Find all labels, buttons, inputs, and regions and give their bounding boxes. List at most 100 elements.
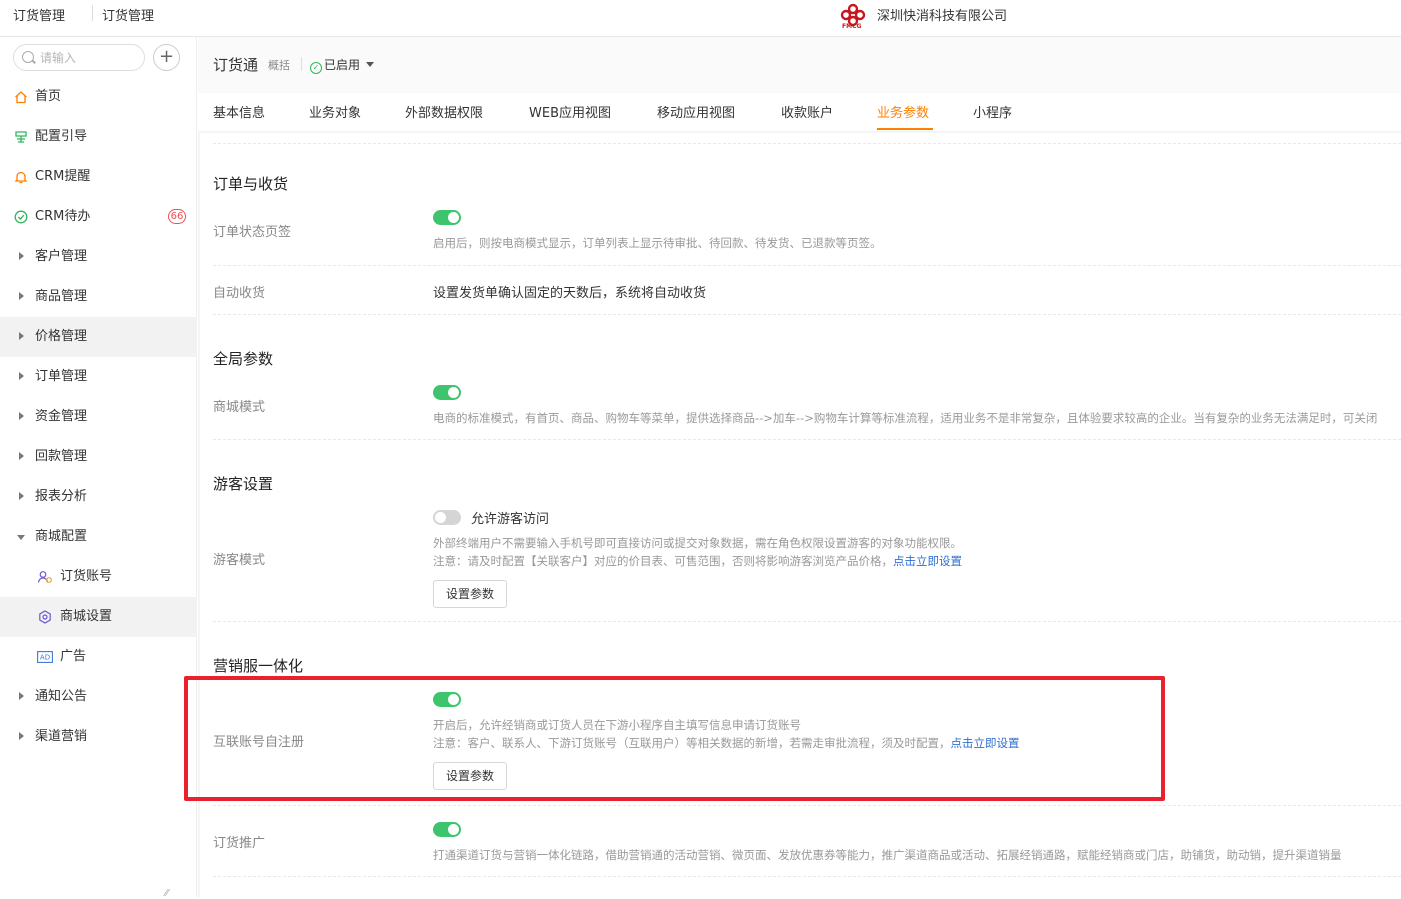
divider	[213, 265, 1401, 266]
allow-guest-toggle[interactable]	[433, 510, 461, 525]
caret-right-icon	[13, 237, 29, 277]
sidebar-item-label: 商城设置	[60, 609, 113, 624]
order-status-tab-label: 订单状态页签	[213, 225, 292, 240]
auto-receive-label: 自动收货	[213, 286, 266, 301]
sidebar-item-mall-config[interactable]: 商城配置	[0, 517, 197, 557]
app-header: 订货通 概括 ✓ 已启用	[198, 37, 1401, 93]
tab-business-objects[interactable]: 业务对象	[309, 102, 361, 121]
order-status-tab-desc: 启用后，则按电商模式显示，订单列表上显示待审批、待回款、待发货、已退款等页签。	[433, 236, 882, 250]
sidebar-item-label: 商城配置	[35, 529, 88, 544]
sidebar-item-label: CRM待办	[35, 209, 91, 224]
top-tab-order-management[interactable]: 订货管理	[13, 5, 65, 24]
sidebar-item-reports[interactable]: 报表分析	[0, 477, 197, 517]
guest-desc-2: 注意：请及时配置【关联客户】对应的价目表、可售范围，否则将影响游客浏览产品价格，…	[433, 553, 962, 569]
tab-business-params[interactable]: 业务参数	[877, 102, 929, 121]
sidebar-item-label: 广告	[60, 649, 87, 664]
mall-mode-toggle[interactable]	[433, 385, 461, 400]
divider	[213, 621, 1401, 622]
sidebar-item-product[interactable]: 商品管理	[0, 277, 197, 317]
sidebar-search[interactable]	[13, 44, 145, 71]
sidebar-item-label: 商品管理	[35, 289, 88, 304]
sidebar-item-order-account[interactable]: 订货账号	[0, 557, 197, 597]
guest-desc-2-text: 注意：请及时配置【关联客户】对应的价目表、可售范围，否则将影响游客浏览产品价格，	[433, 554, 893, 568]
divider	[213, 876, 1401, 877]
company-name: 深圳快消科技有限公司	[877, 9, 1008, 24]
status-label: 已启用	[324, 58, 361, 72]
tab-web-app-view[interactable]: WEB应用视图	[529, 102, 611, 121]
sidebar-item-order[interactable]: 订单管理	[0, 357, 197, 397]
caret-right-icon	[13, 717, 29, 757]
order-promotion-desc: 打通渠道订货与营销一体化链路，借助营销通的活动营销、微页面、发放优惠券等能力，推…	[433, 848, 1342, 862]
top-tab-order-management-2[interactable]: 订货管理	[102, 5, 154, 24]
todo-count-badge: 66	[168, 209, 186, 224]
sidebar-item-customer[interactable]: 客户管理	[0, 237, 197, 277]
sidebar-item-label: 价格管理	[35, 329, 88, 344]
divider	[213, 314, 1401, 315]
users-icon	[37, 557, 53, 601]
sidebar-item-mall-settings[interactable]: 商城设置	[0, 597, 197, 637]
section-title-guest: 游客设置	[213, 475, 274, 493]
sidebar-item-guide[interactable]: 配置引导	[0, 117, 197, 157]
section-title-order: 订单与收货	[213, 175, 289, 193]
tab-external-data-permissions[interactable]: 外部数据权限	[405, 102, 483, 121]
search-input[interactable]	[40, 48, 140, 67]
sidebar-item-funds[interactable]: 资金管理	[0, 397, 197, 437]
order-status-tab-toggle[interactable]	[433, 210, 461, 225]
page-subtitle: 概括	[268, 59, 290, 72]
sidebar-item-label: 回款管理	[35, 449, 88, 464]
caret-down-icon	[13, 517, 29, 557]
section-title-marketing: 营销服一体化	[213, 657, 304, 675]
allow-guest-label: 允许游客访问	[471, 512, 550, 527]
guest-settings-button[interactable]: 设置参数	[433, 580, 507, 608]
tab-mobile-app-view[interactable]: 移动应用视图	[657, 102, 735, 121]
tab-payment-accounts[interactable]: 收款账户	[781, 102, 833, 121]
caret-right-icon	[13, 437, 29, 477]
order-promotion-toggle[interactable]	[433, 822, 461, 837]
sidebar-item-price[interactable]: 价格管理	[0, 317, 197, 357]
sidebar-item-label: 首页	[35, 89, 62, 104]
caret-right-icon	[13, 317, 29, 357]
check-icon: ✓	[310, 62, 322, 74]
sidebar-item-label: 报表分析	[35, 489, 88, 504]
caret-right-icon	[13, 677, 29, 717]
collapse-handle-icon[interactable]: ⁄⁄	[165, 888, 168, 899]
guest-setup-link[interactable]: 点击立即设置	[893, 554, 962, 568]
sidebar-item-label: CRM提醒	[35, 169, 91, 184]
highlight-annotation-box	[184, 676, 1165, 801]
search-icon	[22, 51, 34, 63]
top-bar: 订货管理 订货管理 FMCG 深圳快消科技有限公司	[0, 0, 1401, 37]
sidebar-item-payment[interactable]: 回款管理	[0, 437, 197, 477]
sidebar-item-ads[interactable]: AD 广告	[0, 637, 197, 677]
svg-text:AD: AD	[40, 654, 50, 662]
add-button[interactable]: +	[153, 44, 180, 71]
tab-bar: 基本信息 业务对象 外部数据权限 WEB应用视图 移动应用视图 收款账户 业务参…	[198, 93, 1401, 131]
bell-icon	[13, 157, 29, 201]
sidebar: + 首页 配置引导 CRM提醒 CRM待办 66 客户管理 商品管理 价格管理	[0, 37, 197, 899]
mall-mode-desc: 电商的标准模式，有首页、商品、购物车等菜单，提供选择商品-->加车-->购物车计…	[433, 411, 1378, 425]
sidebar-item-label: 配置引导	[35, 129, 88, 144]
caret-right-icon	[13, 397, 29, 437]
caret-right-icon	[13, 477, 29, 517]
tab-basic-info[interactable]: 基本信息	[213, 102, 265, 121]
caret-right-icon	[13, 277, 29, 317]
sidebar-item-crm-reminder[interactable]: CRM提醒	[0, 157, 197, 197]
section-title-global: 全局参数	[213, 350, 274, 368]
sidebar-item-label: 渠道营销	[35, 729, 88, 744]
sidebar-item-label: 订单管理	[35, 369, 88, 384]
sidebar-item-crm-todo[interactable]: CRM待办 66	[0, 197, 197, 237]
order-promotion-label: 订货推广	[213, 836, 266, 851]
sidebar-item-label: 订货账号	[60, 569, 113, 584]
status-dropdown[interactable]: ✓ 已启用	[310, 56, 375, 74]
chevron-down-icon	[366, 62, 375, 67]
company-logo-text: FMCG	[842, 23, 862, 30]
sidebar-item-label: 资金管理	[35, 409, 88, 424]
sidebar-item-notices[interactable]: 通知公告	[0, 677, 197, 717]
sidebar-item-home[interactable]: 首页	[0, 77, 197, 117]
divider	[213, 439, 1401, 440]
header-divider	[301, 57, 302, 71]
page-title: 订货通	[213, 56, 259, 74]
tab-mini-program[interactable]: 小程序	[973, 102, 1012, 121]
sidebar-item-channel-marketing[interactable]: 渠道营销	[0, 717, 197, 757]
guest-mode-label: 游客模式	[213, 553, 266, 568]
guest-desc-1: 外部终端用户不需要输入手机号即可直接访问或提交对象数据，需在角色权限设置游客的对…	[433, 536, 962, 550]
